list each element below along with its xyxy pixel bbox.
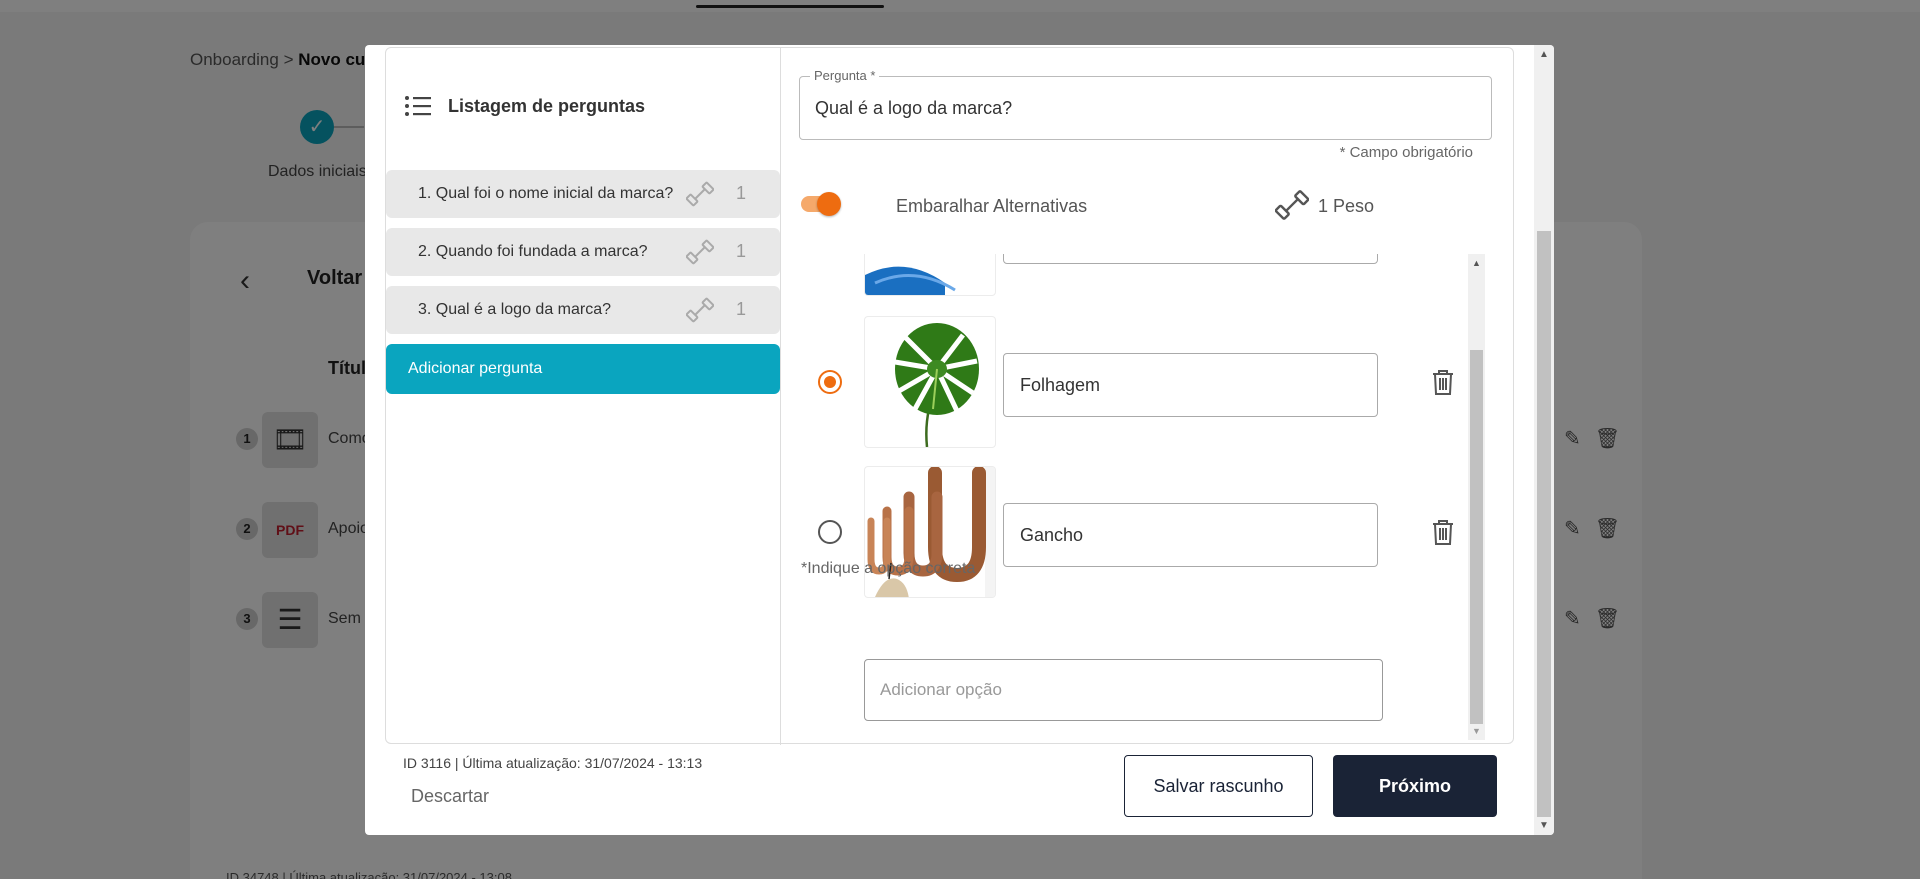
wooden-hooks-image <box>864 466 996 598</box>
add-option-input[interactable]: Adicionar opção <box>864 659 1383 721</box>
trash-icon[interactable] <box>1429 517 1457 547</box>
scroll-up-arrow-icon[interactable]: ▲ <box>1472 258 1481 268</box>
scroll-down-arrow-icon[interactable]: ▼ <box>1539 820 1549 831</box>
shuffle-toggle[interactable] <box>799 191 841 217</box>
question-field[interactable]: Pergunta * Qual é a logo da marca? <box>799 68 1492 140</box>
option-input[interactable] <box>1003 254 1378 264</box>
question-field-value[interactable]: Qual é a logo da marca? <box>815 98 1012 119</box>
scrollbar-thumb[interactable] <box>1470 350 1483 724</box>
question-item[interactable]: 3. Qual é a logo da marca? 1 <box>386 286 780 334</box>
option-image <box>864 254 996 296</box>
question-item-label: 3. Qual é a logo da marca? <box>418 301 612 318</box>
question-weight: 1 <box>736 183 747 203</box>
scroll-down-arrow-icon[interactable]: ▼ <box>1472 726 1481 736</box>
weight-label[interactable]: 1 Peso <box>1318 196 1374 217</box>
question-item[interactable]: 1. Qual foi o nome inicial da marca? 1 <box>386 170 780 218</box>
dumbbell-icon[interactable] <box>1275 188 1309 222</box>
modal-scrollbar[interactable]: ▲ ▼ <box>1534 45 1554 835</box>
question-item-label: 1. Qual foi o nome inicial da marca? <box>418 185 674 202</box>
option-correct-radio[interactable] <box>818 370 842 394</box>
dumbbell-icon <box>686 239 714 265</box>
list-icon <box>405 96 431 116</box>
monstera-leaf-image <box>864 316 996 448</box>
question-weight: 1 <box>736 299 747 319</box>
save-draft-button[interactable]: Salvar rascunho <box>1124 755 1313 817</box>
next-button[interactable]: Próximo <box>1333 755 1497 817</box>
dumbbell-icon <box>686 297 714 323</box>
add-question-button[interactable]: Adicionar pergunta <box>386 344 780 394</box>
option-input[interactable]: Gancho <box>1003 503 1378 567</box>
question-list-pane: Listagem de perguntas 1. Qual foi o nome… <box>386 48 781 745</box>
question-id-timestamp: ID 3116 | Última atualização: 31/07/2024… <box>403 755 703 771</box>
toggle-knob <box>817 192 841 216</box>
option-correct-radio[interactable] <box>818 520 842 544</box>
option-input[interactable]: Folhagem <box>1003 353 1378 417</box>
discard-button[interactable]: Descartar <box>411 786 489 807</box>
question-list-header: Listagem de perguntas <box>404 94 645 118</box>
question-item-label: 2. Quando foi fundada a marca? <box>418 243 648 260</box>
options-scrollbar[interactable]: ▲ ▼ <box>1468 254 1485 740</box>
question-field-label: Pergunta * <box>810 68 880 83</box>
scrollbar-thumb[interactable] <box>1537 231 1551 817</box>
required-field-note: * Campo obrigatório <box>1339 144 1473 161</box>
trash-icon[interactable] <box>1429 367 1457 397</box>
modal-content-frame: Listagem de perguntas 1. Qual foi o nome… <box>385 47 1514 745</box>
scroll-up-arrow-icon[interactable]: ▲ <box>1539 49 1549 60</box>
options-scroll-area: Folhagem Gancho Adicionar opção ▲ ▼ <box>781 254 1513 740</box>
question-weight: 1 <box>736 241 747 261</box>
correct-option-note: *Indique a opção correta <box>801 560 976 577</box>
question-list-title: Listagem de perguntas <box>448 95 646 116</box>
shuffle-label: Embaralhar Alternativas <box>896 196 1088 216</box>
question-editor-modal: Listagem de perguntas 1. Qual foi o nome… <box>365 45 1554 835</box>
question-editor-pane: Pergunta * Qual é a logo da marca? * Cam… <box>781 48 1513 745</box>
question-item[interactable]: 2. Quando foi fundada a marca? 1 <box>386 228 780 276</box>
dumbbell-icon <box>686 181 714 207</box>
